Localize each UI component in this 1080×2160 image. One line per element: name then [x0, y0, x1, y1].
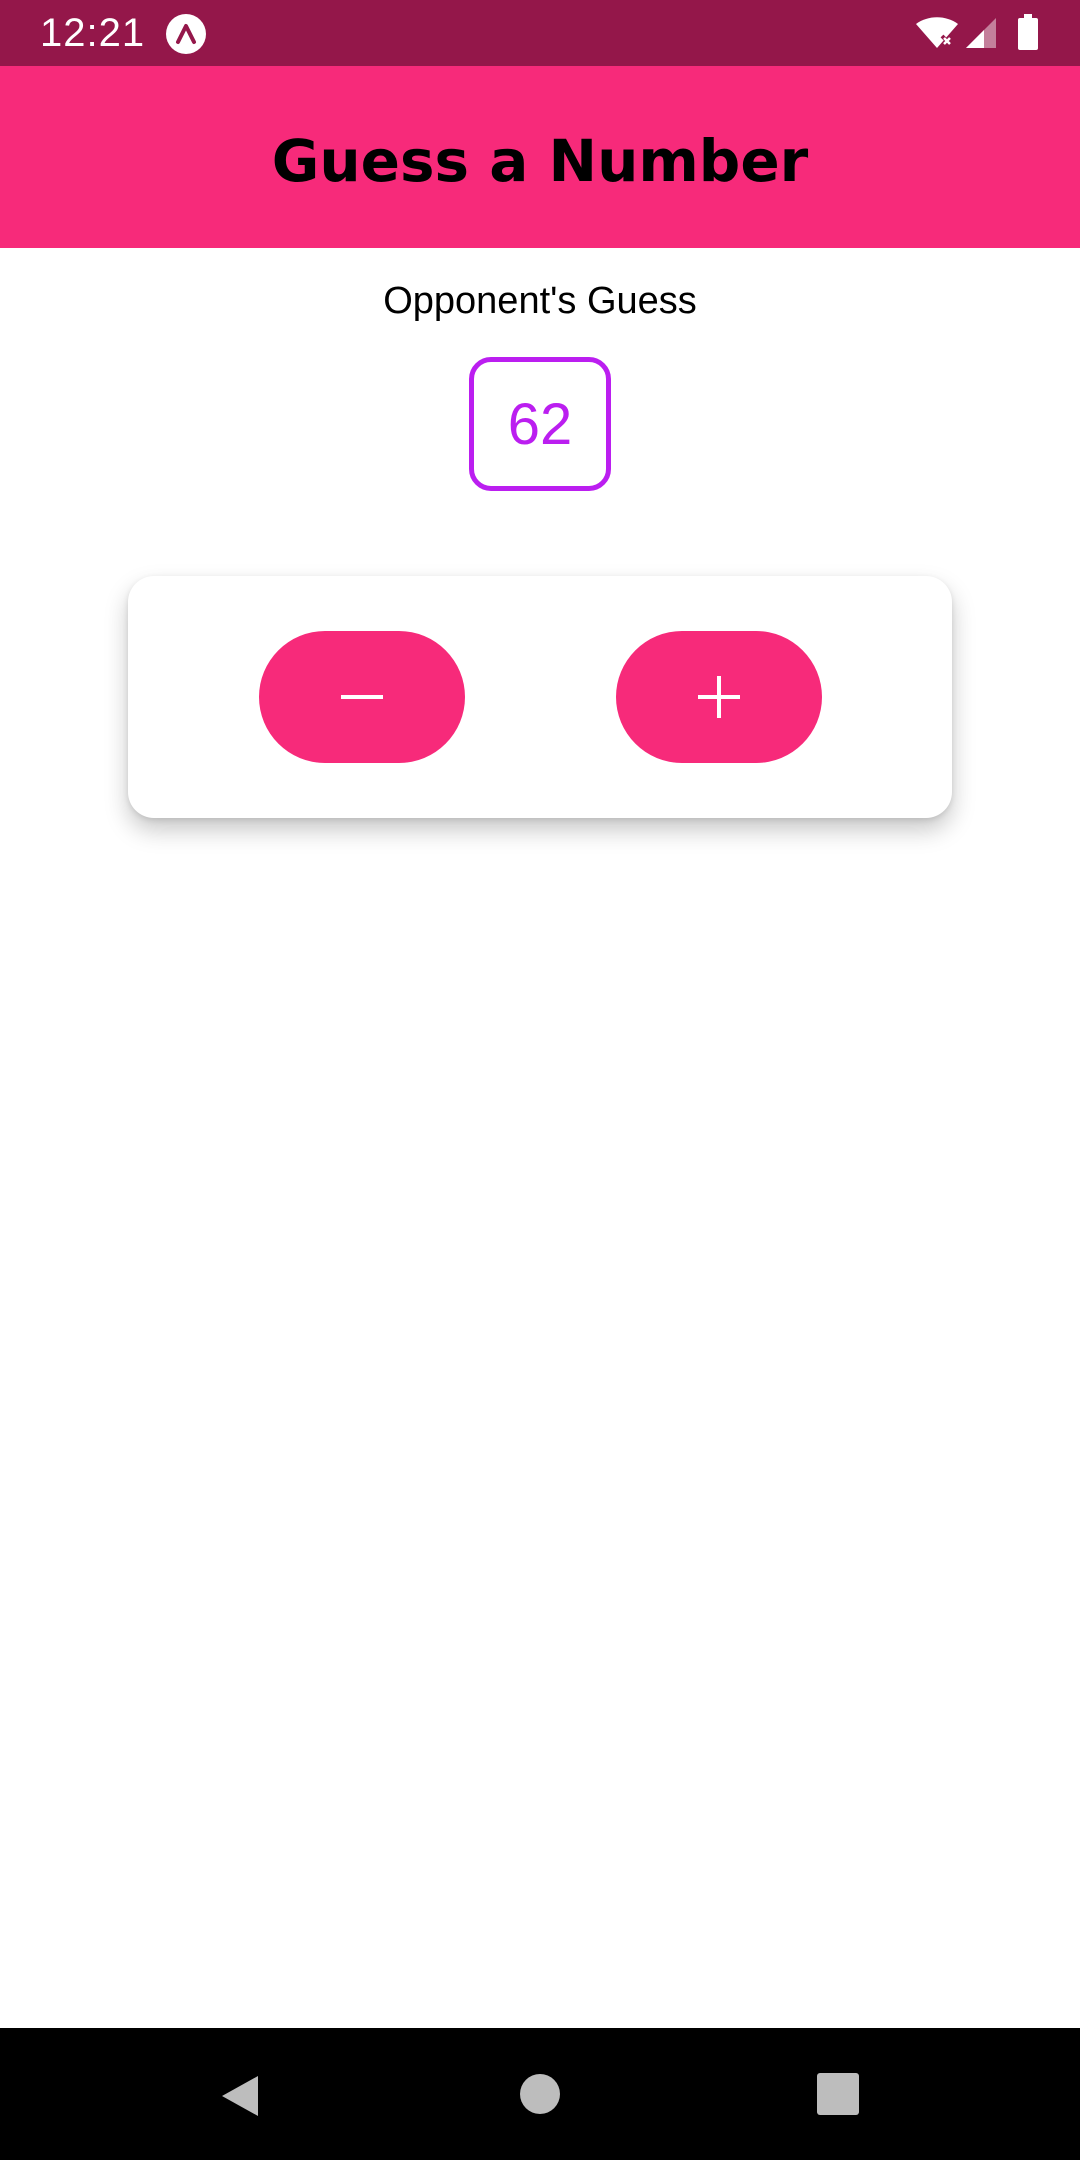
navigation-bar [0, 2028, 1080, 2160]
status-time: 12:21 [40, 11, 146, 55]
lower-button[interactable] [259, 631, 465, 763]
screen: 12:21 Guess a Number Opponent's Guess 62 [0, 0, 1080, 2160]
app-title: Guess a Number [271, 127, 809, 195]
controls-card [128, 576, 952, 818]
home-icon[interactable] [520, 2074, 560, 2114]
guess-number: 62 [507, 391, 573, 457]
back-icon[interactable] [218, 2074, 262, 2118]
minus-icon [341, 695, 383, 699]
guess-number-box: 62 [469, 357, 611, 491]
cell-signal-icon [966, 18, 996, 48]
wifi-icon [916, 17, 958, 48]
recents-icon[interactable] [817, 2073, 859, 2115]
app-header: Guess a Number [0, 66, 1080, 248]
higher-button[interactable] [616, 631, 822, 763]
opponent-guess-label: Opponent's Guess [383, 280, 697, 322]
status-bar: 12:21 [0, 0, 1080, 66]
expo-app-icon [166, 14, 206, 54]
battery-icon [1018, 14, 1038, 50]
plus-icon [698, 676, 740, 718]
